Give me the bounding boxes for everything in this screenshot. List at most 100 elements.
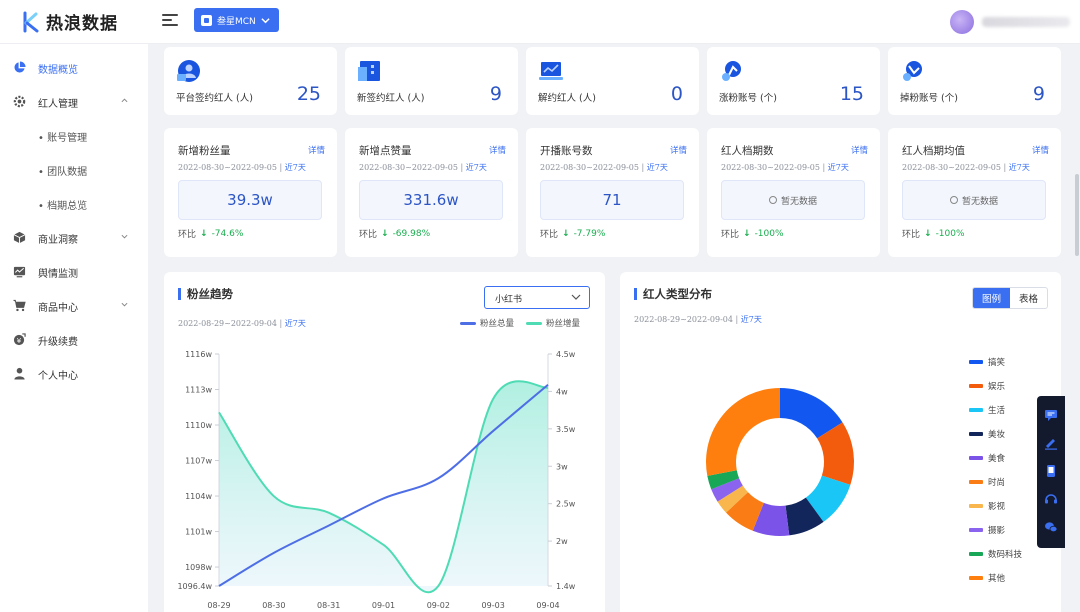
stat-label: 平台签约红人 (人): [176, 93, 253, 104]
arrow-down-icon: ↓: [743, 228, 751, 239]
chat-icon[interactable]: [1044, 408, 1058, 422]
metric-date: 2022-08-30~2022-09-05 | 近7天: [721, 163, 849, 172]
recent-7-days-link[interactable]: 近7天: [466, 163, 487, 172]
legend-item[interactable]: 摄影: [969, 524, 1005, 536]
toggle-table-button[interactable]: 表格: [1010, 288, 1047, 308]
legend-item[interactable]: 数码科技: [969, 548, 1022, 560]
y-left-tick-label: 1116w: [185, 350, 212, 359]
platform-select[interactable]: 小红书: [484, 286, 590, 309]
mcn-switch-button[interactable]: 叁星MCN: [194, 8, 279, 32]
legend-item[interactable]: 生活: [969, 404, 1005, 416]
metric-trend: 环比 ↓ -100%: [902, 228, 965, 241]
recent-7-days-link[interactable]: 近7天: [828, 163, 849, 172]
x-tick-label: 08-31: [317, 601, 340, 610]
legend-swatch: [969, 576, 983, 580]
type-donut-chart: [706, 388, 854, 536]
recent-7-days-link[interactable]: 近7天: [647, 163, 668, 172]
cube-icon: [13, 231, 26, 244]
section-date: 2022-08-29~2022-09-04 | 近7天: [634, 315, 762, 324]
scrollbar-thumb: [1075, 174, 1079, 256]
logo-text: 热浪数据: [46, 14, 118, 34]
metric-trend: 环比 ↓ -69.98%: [359, 228, 431, 241]
sidebar-item-upgrade[interactable]: ¥ 升级续费: [0, 325, 148, 353]
headset-icon[interactable]: [1044, 492, 1058, 506]
page-scrollbar[interactable]: [1075, 44, 1080, 612]
legend-item[interactable]: 影视: [969, 500, 1005, 512]
donut-slice: [706, 388, 780, 476]
legend-label: 其他: [988, 574, 1006, 584]
detail-link[interactable]: 详情: [308, 144, 325, 156]
y-right-tick-label: 1.4w: [556, 582, 576, 591]
legend-item[interactable]: 粉丝总量: [460, 317, 514, 329]
legend-label: 美食: [988, 454, 1006, 464]
recent-7-days-link[interactable]: 近7天: [1009, 163, 1030, 172]
gear-icon: [13, 95, 26, 108]
chevron-down-icon: [121, 302, 128, 307]
y-left-tick-label: 1113w: [185, 386, 212, 395]
user-menu[interactable]: [950, 10, 1070, 34]
chart-legend: 粉丝总量 粉丝增量: [460, 317, 580, 329]
metric-value-box: 暂无数据: [721, 180, 865, 220]
sidebar-item-label: 个人中心: [38, 371, 78, 382]
sidebar-item-influencer-mgmt[interactable]: 红人管理: [0, 87, 148, 115]
sidebar-item-label: 红人管理: [38, 99, 78, 110]
metric-date: 2022-08-30~2022-09-05 | 近7天: [178, 163, 306, 172]
legend-item[interactable]: 搞笑: [969, 356, 1005, 368]
stat-label: 新签约红人 (人): [357, 93, 425, 104]
metric-trend: 环比 ↓ -74.6%: [178, 228, 244, 241]
wechat-icon[interactable]: [1044, 520, 1058, 534]
metric-title: 新增粉丝量: [178, 145, 231, 157]
recent-7-days-link[interactable]: 近7天: [285, 319, 306, 328]
legend-swatch: [969, 480, 983, 484]
metric-card-new-fans: 新增粉丝量 详情 2022-08-30~2022-09-05 | 近7天 39.…: [164, 128, 337, 257]
sidebar-item-business-insight[interactable]: 商业洞察: [0, 223, 148, 251]
avatar: [950, 10, 974, 34]
legend-swatch: [969, 384, 983, 388]
laptop-chart-icon: [539, 62, 563, 80]
stat-value: 9: [489, 83, 502, 105]
sidebar-subitem-accounts[interactable]: • 账号管理: [38, 129, 87, 144]
detail-link[interactable]: 详情: [851, 144, 868, 156]
chevron-down-icon: [571, 294, 581, 300]
stat-card: 解约红人 (人) 0: [526, 47, 699, 115]
metric-value: 331.6w: [403, 191, 459, 209]
mcn-icon: [201, 14, 212, 26]
toggle-legend-button[interactable]: 图例: [973, 288, 1010, 308]
sidebar-subitem-schedule[interactable]: • 档期总览: [38, 197, 87, 212]
sidebar-item-overview[interactable]: 数据概览: [0, 53, 148, 81]
stat-card: 平台签约红人 (人) 25: [164, 47, 337, 115]
logo[interactable]: 热浪数据: [22, 9, 118, 34]
recent-7-days-link[interactable]: 近7天: [741, 315, 762, 324]
menu-toggle-icon[interactable]: [162, 14, 178, 28]
x-tick-label: 09-04: [536, 601, 559, 610]
legend-item[interactable]: 美食: [969, 452, 1005, 464]
legend-item[interactable]: 时尚: [969, 476, 1005, 488]
detail-link[interactable]: 详情: [670, 144, 687, 156]
metric-title: 新增点赞量: [359, 145, 412, 157]
detail-link[interactable]: 详情: [1032, 144, 1049, 156]
detail-link[interactable]: 详情: [489, 144, 506, 156]
sidebar-item-label: 商品中心: [38, 303, 78, 314]
type-distribution-panel: 红人类型分布 图例 表格 2022-08-29~2022-09-04 | 近7天…: [620, 272, 1061, 612]
sidebar-item-products[interactable]: 商品中心: [0, 291, 148, 319]
legend-item[interactable]: 其他: [969, 572, 1005, 584]
sidebar-item-label: 商业洞察: [38, 235, 78, 246]
edit-icon[interactable]: [1044, 436, 1058, 450]
sidebar-item-sentiment[interactable]: 舆情监测: [0, 257, 148, 285]
section-title: 粉丝趋势: [178, 286, 233, 302]
legend-item[interactable]: 娱乐: [969, 380, 1005, 392]
y-left-tick-label: 1101w: [185, 528, 212, 537]
metric-date: 2022-08-30~2022-09-05 | 近7天: [540, 163, 668, 172]
legend-item[interactable]: 粉丝增量: [526, 317, 580, 329]
sidebar-item-profile[interactable]: 个人中心: [0, 359, 148, 387]
legend-item[interactable]: 美妆: [969, 428, 1005, 440]
trend-percent: -69.98%: [392, 228, 431, 239]
metric-card-schedules: 红人档期数 详情 2022-08-30~2022-09-05 | 近7天 暂无数…: [707, 128, 880, 257]
recent-7-days-link[interactable]: 近7天: [285, 163, 306, 172]
pie-chart-icon: [14, 61, 26, 73]
sidebar-subitem-team-data[interactable]: • 团队数据: [38, 163, 87, 178]
metric-value-box: 71: [540, 180, 684, 220]
top-header: 热浪数据 叁星MCN: [0, 0, 1080, 44]
phone-icon[interactable]: [1044, 464, 1058, 478]
y-left-tick-label: 1096.4w: [177, 582, 212, 591]
